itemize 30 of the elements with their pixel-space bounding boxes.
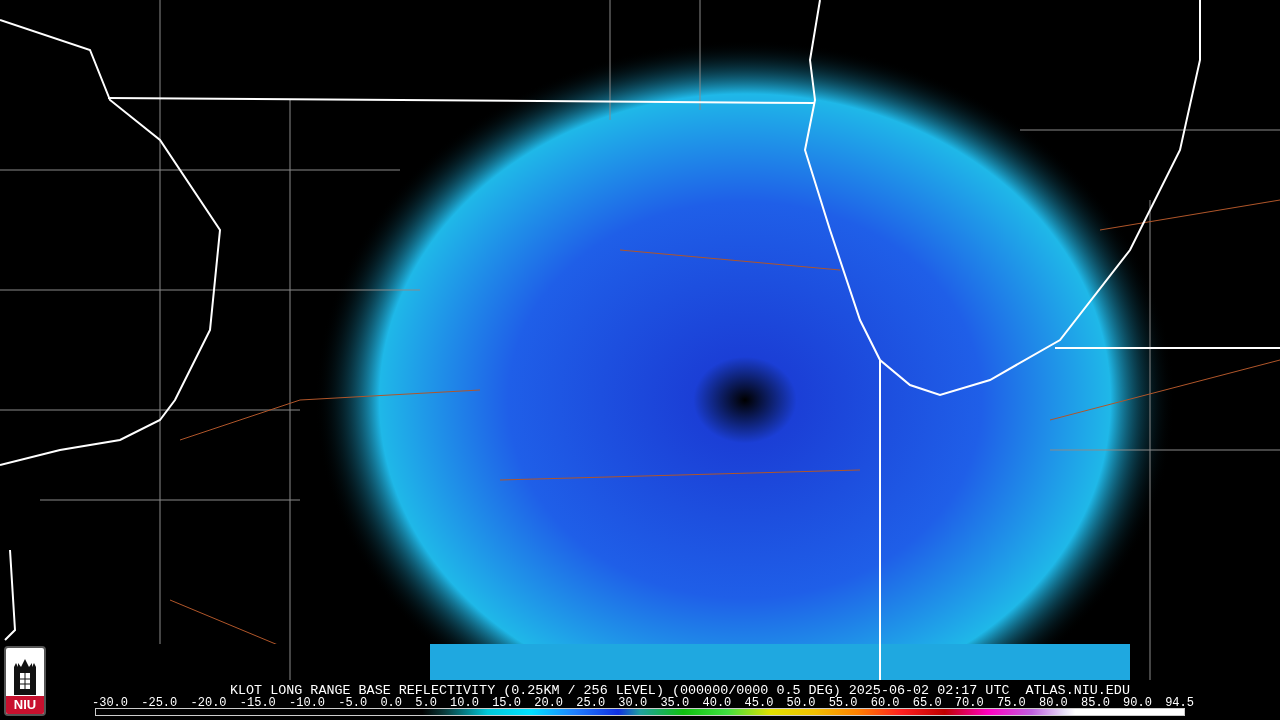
scale-label: 15.0	[492, 697, 521, 709]
scale-label: 75.0	[996, 697, 1026, 709]
scale-label: 65.0	[912, 697, 942, 709]
scale-label: 10.0	[450, 697, 479, 709]
scale-label: -5.0	[338, 697, 368, 709]
scale-label: 94.5	[1165, 697, 1194, 709]
scale-label: -10.0	[289, 697, 326, 709]
scale-label: 40.0	[702, 697, 732, 709]
scale-label: 80.0	[1039, 697, 1068, 709]
product-title: KLOT LONG RANGE BASE REFLECTIVITY (0.25KM / 256 LEVEL) (000000/0000 0.5 DEG) 2025-06-02 02:17 UTC	[230, 684, 1010, 698]
scale-label: 30.0	[618, 697, 648, 709]
scale-label: -30.0	[92, 697, 128, 709]
scale-label: 85.0	[1081, 697, 1110, 709]
logo-text: NIU	[6, 696, 44, 714]
scale-label: 5.0	[415, 697, 437, 709]
scale-label: 55.0	[828, 697, 858, 709]
scale-label: 20.0	[534, 697, 564, 709]
scale-label: 0.0	[380, 697, 402, 709]
scale-label: 50.0	[786, 697, 816, 709]
scale-label: 90.0	[1123, 697, 1152, 709]
scale-label: -25.0	[141, 697, 178, 709]
scale-label: 70.0	[954, 697, 984, 709]
scale-label: 25.0	[576, 697, 606, 709]
scale-label: -15.0	[239, 697, 276, 709]
scale-label: 60.0	[870, 697, 900, 709]
source-url: ATLAS.NIU.EDU	[1025, 684, 1130, 698]
tower-icon	[12, 659, 38, 695]
scale-label: 35.0	[660, 697, 690, 709]
scale-label: -20.0	[190, 697, 227, 709]
scale-label: 45.0	[744, 697, 774, 709]
